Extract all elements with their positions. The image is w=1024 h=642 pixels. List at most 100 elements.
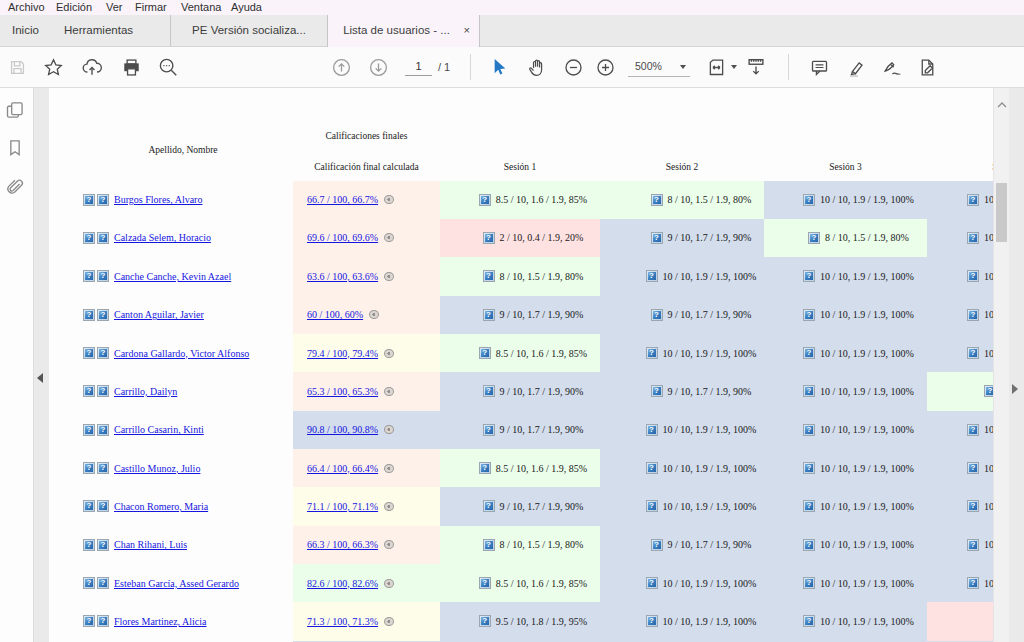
comment-icon[interactable] [808, 56, 830, 78]
student-name-cell: ??Esteban García, Assed Gerardo [83, 564, 239, 602]
tab-close-icon[interactable]: × [464, 15, 470, 46]
question-placeholder-icon: ? [483, 424, 495, 436]
table-row: ??Chacon Romero, Maria71.1 / 100, 71.1%?… [47, 487, 993, 525]
highlighter-icon[interactable] [845, 56, 867, 78]
session-grade-cell: ?8.5 / 10, 1.6 / 1.9, 85% [440, 334, 600, 372]
page-number-input[interactable]: 1 [405, 58, 432, 76]
student-name-link[interactable]: Burgos Flores, Alvaro [114, 194, 202, 205]
save-icon[interactable] [6, 56, 28, 78]
edit-page-icon[interactable] [916, 56, 938, 78]
page-thumbnails-icon[interactable] [5, 100, 27, 122]
page-up-icon[interactable] [330, 56, 352, 78]
final-grade-link[interactable]: 60 / 100, 60% [307, 309, 363, 320]
right-panel-bar [1009, 88, 1024, 642]
toolbar-separator-1 [470, 54, 471, 80]
zoom-search-icon[interactable] [157, 56, 179, 78]
star-icon[interactable] [42, 56, 64, 78]
student-name-link[interactable]: Canton Aguilar, Javier [114, 309, 204, 320]
session-grade-value: 10 / 10, 1.9 / 1.9, 100% [820, 309, 914, 320]
final-grade-link[interactable]: 65.3 / 100, 65.3% [307, 386, 378, 397]
question-placeholder-icon: ? [97, 194, 109, 206]
fit-width-icon[interactable] [705, 56, 727, 78]
select-tool-icon[interactable] [487, 56, 509, 78]
session-grade-value: 10 / 10, 1.9 / 1.9, 100% [820, 386, 914, 397]
menu-firmar[interactable]: Firmar [135, 1, 167, 14]
eye-icon [384, 233, 394, 242]
menu-ventana[interactable]: Ventana [181, 1, 221, 14]
menu-edicion[interactable]: Edición [56, 1, 92, 14]
menu-archivo[interactable]: Archivo [8, 1, 45, 14]
question-placeholder-icon: ? [483, 232, 495, 244]
question-placeholder-icon: ? [967, 232, 979, 244]
vertical-scrollbar[interactable] [993, 88, 1009, 642]
final-grade-link[interactable]: 82.6 / 100, 82.6% [307, 578, 378, 589]
final-grade-cell: 60 / 100, 60% [293, 296, 440, 334]
final-grade-link[interactable]: 63.6 / 100, 63.6% [307, 271, 378, 282]
col-header-sesion4: Sesión 4 [927, 161, 993, 173]
attachments-icon[interactable] [5, 177, 27, 199]
doc-tab-pe-version[interactable]: PE Versión socializa... [170, 15, 327, 46]
question-placeholder-icon: ? [808, 232, 820, 244]
tab-inicio[interactable]: Inicio [12, 15, 39, 46]
student-name-link[interactable]: Canche Canche, Kevin Azael [114, 271, 231, 282]
zoom-in-icon[interactable] [594, 56, 616, 78]
group-header: Calificaciones finales [293, 130, 440, 142]
page-scroll-icon[interactable] [745, 56, 767, 78]
student-name-link[interactable]: Calzada Selem, Horacio [114, 232, 211, 243]
student-name-link[interactable]: Carrillo Casarin, Kinti [114, 424, 204, 435]
student-name-link[interactable]: Castillo Munoz, Julio [114, 463, 200, 474]
student-name-link[interactable]: Chan Rihani, Luis [114, 539, 187, 550]
page-down-icon[interactable] [367, 56, 389, 78]
session-grade-value: 8 / 10, 1.5 / 1.9, 80% [668, 194, 752, 205]
question-placeholder-icon: ? [803, 194, 815, 206]
final-grade-link[interactable]: 69.6 / 100, 69.6% [307, 232, 378, 243]
hand-tool-icon[interactable] [525, 56, 547, 78]
zoom-caret-icon [680, 65, 686, 69]
menu-bar: Archivo Edición Ver Firmar Ventana Ayuda [0, 0, 1024, 15]
final-grade-link[interactable]: 71.1 / 100, 71.1% [307, 501, 378, 512]
zoom-level-select[interactable]: 500% [628, 56, 690, 77]
question-placeholder-icon: ? [83, 347, 95, 359]
session-grade-value: 10 / 10, 1.9 / 1.9, 100% [663, 501, 757, 512]
cloud-upload-icon[interactable] [81, 56, 103, 78]
session-grade-value: 10 / 10, 1.9 / 1.9, 100% [820, 348, 914, 359]
final-grade-link[interactable]: 66.7 / 100, 66.7% [307, 194, 378, 205]
print-icon[interactable] [120, 56, 142, 78]
student-name-link[interactable]: Carrillo, Dailyn [114, 386, 177, 397]
final-grade-link[interactable]: 71.3 / 100, 71.3% [307, 616, 378, 627]
scrollbar-up-icon[interactable] [997, 94, 1007, 112]
student-name-link[interactable]: Flores Martinez, Alicia [114, 616, 206, 627]
question-placeholder-icon: ? [803, 539, 815, 551]
scrollbar-thumb[interactable] [996, 183, 1007, 242]
session-grade-cell: ?10 / 10, 1.9 / 1.9, 100% [764, 602, 927, 640]
collapse-left-panel-icon[interactable] [37, 373, 43, 383]
menu-ayuda[interactable]: Ayuda [231, 1, 262, 14]
doc-tab-lista-usuarios-label: Lista de usuarios - ... [343, 24, 450, 36]
session-grade-value: 10 / 10, 1.9 / 1.9, 100% [663, 348, 757, 359]
menu-ver[interactable]: Ver [106, 1, 123, 14]
table-row: ??Cardona Gallardo, Victor Alfonso79.4 /… [47, 334, 993, 372]
final-grade-cell: 66.3 / 100, 66.3% [293, 526, 440, 564]
student-name-link[interactable]: Chacon Romero, Maria [114, 501, 208, 512]
final-grade-link[interactable]: 66.3 / 100, 66.3% [307, 539, 378, 550]
student-name-link[interactable]: Cardona Gallardo, Victor Alfonso [114, 348, 249, 359]
session-grade-cell: ?8 / 10, 1.5 / 1.9, 80% [440, 257, 600, 295]
bookmarks-icon[interactable] [5, 138, 27, 160]
doc-tab-lista-usuarios[interactable]: Lista de usuarios - ... × [327, 15, 480, 47]
student-name-cell: ??Carrillo Casarin, Kinti [83, 411, 204, 449]
final-grade-cell: 71.1 / 100, 71.1% [293, 487, 440, 525]
session-grade-cell: ?2 / 10, 0.4 / 1.9, 20% [440, 219, 600, 257]
student-name-link[interactable]: Esteban García, Assed Gerardo [114, 578, 239, 589]
sign-icon[interactable] [881, 56, 903, 78]
final-grade-link[interactable]: 66.4 / 100, 66.4% [307, 463, 378, 474]
final-grade-link[interactable]: 79.4 / 100, 79.4% [307, 348, 378, 359]
question-placeholder-icon: ? [83, 424, 95, 436]
fit-width-caret-icon[interactable] [731, 65, 737, 69]
session-grade-value: 8.5 / 10, 1.6 / 1.9, 85% [496, 463, 587, 474]
session-grade-cell: ?8.5 / 10, 1.6 / 1.9, 85% [440, 181, 600, 219]
expand-right-panel-icon[interactable] [1012, 384, 1018, 394]
zoom-out-icon[interactable] [562, 56, 584, 78]
final-grade-link[interactable]: 90.8 / 100, 90.8% [307, 424, 378, 435]
tab-herramientas[interactable]: Herramientas [64, 15, 133, 46]
session-grade-value: 9.5 / 10, 1.8 / 1.9, 95% [496, 616, 587, 627]
